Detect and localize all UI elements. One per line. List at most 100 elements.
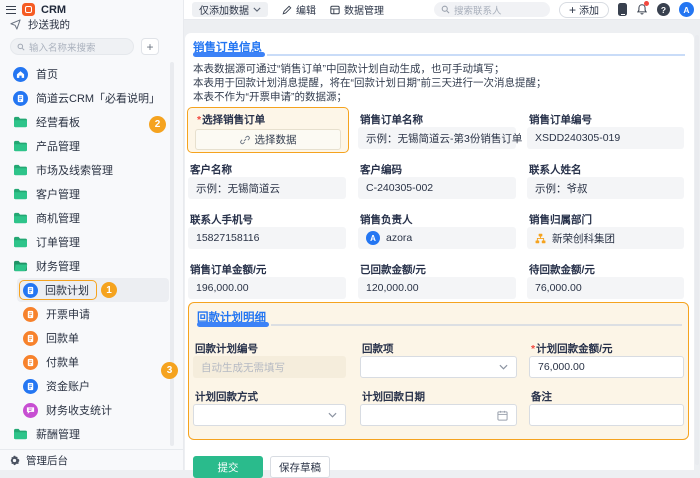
sidebar-item-capital-account[interactable]: 资金账户 <box>0 374 183 398</box>
sidebar-item-crm-guide[interactable]: 简道云CRM「必看说明」 <box>0 86 183 110</box>
main-scrollbar[interactable] <box>695 35 699 465</box>
plan-date-input[interactable] <box>360 404 517 426</box>
sidebar-item-label: 开票申请 <box>46 309 90 321</box>
document-icon <box>13 90 28 106</box>
folder-icon <box>13 188 28 200</box>
sidebar-item-admin-backend[interactable]: 管理后台 <box>0 449 183 470</box>
plan-no-input[interactable]: 自动生成无需填写 <box>193 356 346 378</box>
sales-dept-label: 销售归属部门 <box>529 214 592 226</box>
sidebar-item-label: 资金账户 <box>46 381 90 393</box>
order-name-value[interactable]: 示例：无锡简道云-第3份销售订单 <box>358 127 522 149</box>
sidebar-item-finance[interactable]: 财务管理 <box>0 254 183 278</box>
sidebar-item-customer[interactable]: 客户管理 <box>0 182 183 206</box>
received-amount-value[interactable]: 120,000.00 <box>358 277 516 299</box>
paper-plane-icon <box>10 19 21 30</box>
customer-name-label: 客户名称 <box>190 164 232 176</box>
sidebar-item-copy-to-me[interactable]: 抄送我的 <box>10 17 70 32</box>
folder-icon <box>13 164 28 176</box>
sidebar-search-input[interactable]: 输入名称来搜索 <box>10 38 134 55</box>
sales-owner-name: azora <box>386 232 413 244</box>
chat-stats-icon <box>23 402 38 418</box>
add-button[interactable]: + 添加 <box>558 1 609 18</box>
select-order-label: *选择销售订单 <box>197 114 266 126</box>
contact-name-label: 联系人姓名 <box>529 164 582 176</box>
data-manage-button[interactable]: 数据管理 <box>330 2 384 17</box>
sidebar-item-label: 市场及线索管理 <box>36 165 113 177</box>
pending-amount-value[interactable]: 76,000.00 <box>527 277 684 299</box>
form-icon <box>23 282 38 298</box>
home-icon <box>13 66 28 82</box>
sidebar-item-receipt[interactable]: 回款单 <box>0 326 183 350</box>
sales-dept-value[interactable]: 新荣创科集团 <box>527 227 684 249</box>
annotation-highlight-box-sidebar: 回款计划 <box>19 280 97 300</box>
remark-input[interactable] <box>529 404 684 426</box>
sidebar-item-opportunity[interactable]: 商机管理 <box>0 206 183 230</box>
sidebar-item-market-leads[interactable]: 市场及线索管理 <box>0 158 183 182</box>
order-no-value[interactable]: XSDD240305-019 <box>527 127 684 149</box>
data-manage-button-label: 数据管理 <box>344 6 384 17</box>
add-button-label: 添加 <box>579 6 599 17</box>
app-brand: CRM <box>41 3 67 16</box>
hamburger-menu-icon[interactable] <box>6 5 16 14</box>
customer-code-label: 客户编码 <box>360 164 402 176</box>
folder-icon <box>13 140 28 152</box>
submit-button[interactable]: 提交 <box>193 456 263 478</box>
order-name-label: 销售订单名称 <box>360 114 423 126</box>
gear-icon <box>9 455 20 466</box>
sidebar-item-finance-stats[interactable]: 财务收支统计 <box>0 398 183 422</box>
edit-button-label: 编辑 <box>296 6 316 17</box>
mobile-preview-icon[interactable] <box>618 3 627 16</box>
sidebar-item-label: 商机管理 <box>36 213 80 225</box>
sidebar-item-payment-plan[interactable]: 回款计划 1 <box>17 278 169 302</box>
sidebar-item-payment[interactable]: 付款单 <box>0 350 183 374</box>
sidebar-item-invoice-request[interactable]: 开票申请 <box>0 302 183 326</box>
contact-search-placeholder: 搜索联系人 <box>453 5 502 17</box>
app-logo <box>22 3 35 16</box>
sidebar-item-salary[interactable]: 薪酬管理 <box>0 422 183 446</box>
sidebar-item-product[interactable]: 产品管理 <box>0 134 183 158</box>
plan-amount-input[interactable]: 76,000.00 <box>529 356 684 378</box>
sales-owner-value[interactable]: A azora <box>358 227 516 249</box>
receipt-icon <box>23 330 38 346</box>
contact-search-input[interactable]: 搜索联系人 <box>433 2 550 17</box>
chevron-down-icon <box>499 364 508 370</box>
member-avatar: A <box>366 231 380 245</box>
plan-item-select[interactable] <box>360 356 517 378</box>
sidebar-item-label: 客户管理 <box>36 189 80 201</box>
plan-method-select[interactable] <box>193 404 346 426</box>
user-avatar[interactable]: A <box>679 2 694 17</box>
customer-name-value[interactable]: 示例：无锡简道云 <box>188 177 346 199</box>
sidebar-item-order[interactable]: 订单管理 <box>0 230 183 254</box>
top-bar: 仅添加数据 编辑 数据管理 搜索联系人 + 添加 ? A <box>184 0 700 20</box>
contact-phone-value[interactable]: 15827158116 <box>188 227 346 249</box>
search-icon <box>17 43 25 51</box>
contact-name-value[interactable]: 示例：爷叔 <box>527 177 684 199</box>
folder-icon <box>13 236 28 248</box>
sales-owner-label: 销售负责人 <box>360 214 413 226</box>
mode-dropdown-button[interactable]: 仅添加数据 <box>192 2 268 17</box>
sidebar-item-home[interactable]: 首页 <box>0 62 183 86</box>
notification-bell-icon[interactable] <box>636 1 649 16</box>
plan-item-label: 回款项 <box>362 343 394 355</box>
mode-dropdown-label: 仅添加数据 <box>199 6 249 17</box>
payment-icon <box>23 354 38 370</box>
order-amount-value[interactable]: 196,000.00 <box>188 277 346 299</box>
chevron-down-icon <box>328 412 337 418</box>
customer-code-value[interactable]: C-240305-002 <box>358 177 516 199</box>
save-draft-button[interactable]: 保存草稿 <box>270 456 330 478</box>
sidebar-scrollbar[interactable] <box>170 62 174 446</box>
order-amount-label: 销售订单金额/元 <box>190 264 267 276</box>
table-grid-icon <box>330 5 340 15</box>
edit-button[interactable]: 编辑 <box>282 2 316 17</box>
select-data-button[interactable]: 选择数据 <box>195 129 341 150</box>
org-chart-icon <box>535 233 546 244</box>
sidebar-add-button[interactable]: + <box>141 38 159 55</box>
help-icon[interactable]: ? <box>657 3 670 16</box>
search-icon <box>441 5 450 14</box>
plan-date-label: 计划回款日期 <box>362 391 425 403</box>
sidebar-item-label: 回款计划 <box>45 285 89 297</box>
pencil-icon <box>282 5 292 15</box>
folder-icon <box>13 428 28 440</box>
sidebar-item-label: 订单管理 <box>36 237 80 249</box>
section2-progress-bar <box>197 322 682 327</box>
